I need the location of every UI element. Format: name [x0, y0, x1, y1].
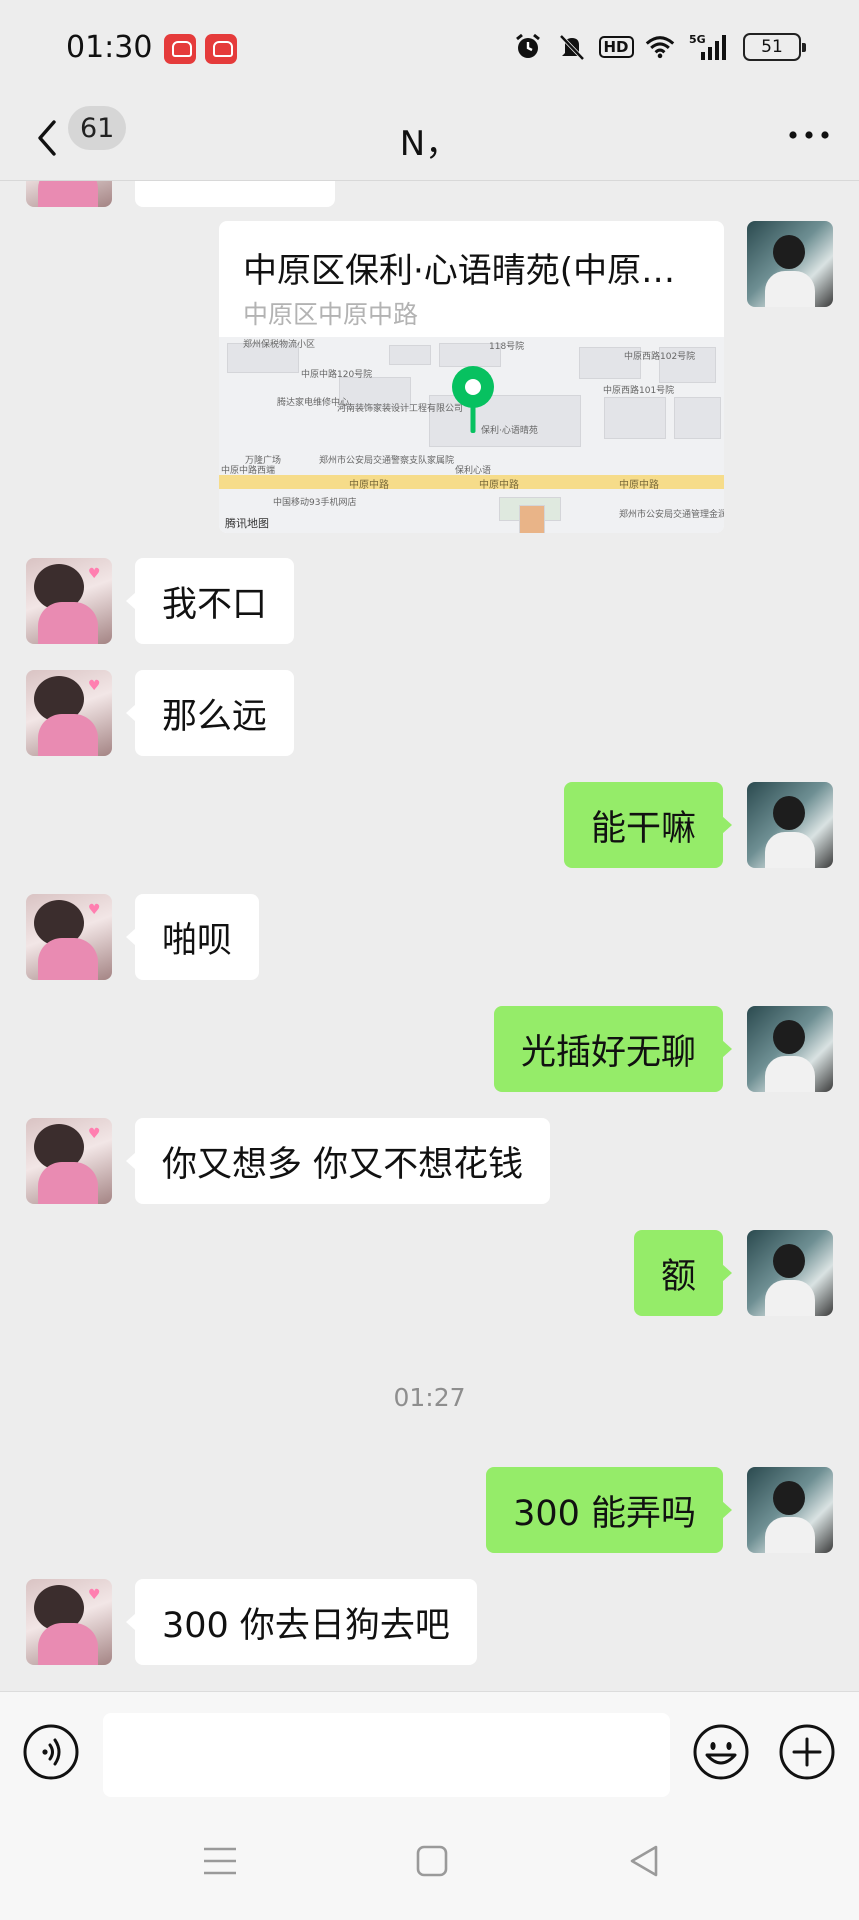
heart-icon: ♥	[88, 902, 101, 918]
wifi-icon	[645, 32, 675, 62]
map-label: 河南装饰家装设计工程有限公司	[337, 404, 464, 414]
chat-header: 61 N，	[0, 100, 859, 181]
message-bubble[interactable]: 我不口	[125, 558, 295, 644]
map-label: 中原西路101号院	[603, 386, 675, 396]
contact-avatar[interactable]	[26, 181, 112, 207]
map-label: 中国移动93手机网店	[273, 498, 357, 508]
map-road-label: 中原中路	[349, 480, 389, 491]
heart-icon: ♥	[88, 566, 101, 582]
message-bubble[interactable]: 那么远	[125, 670, 295, 756]
map-road-label: 中原中路	[619, 480, 659, 491]
chat-title: N，	[399, 124, 460, 164]
location-pin-icon	[449, 365, 497, 435]
message-input[interactable]	[103, 1713, 670, 1797]
emoji-icon[interactable]	[692, 1723, 750, 1781]
status-time: 01:30	[66, 30, 153, 65]
map-block	[389, 345, 431, 365]
map-block	[674, 397, 721, 439]
mute-icon	[557, 32, 587, 62]
svg-text:5G: 5G	[689, 33, 706, 46]
chat-list[interactable]: 中原区保利·心语晴苑(中原中路... 中原区中原中路 郑州保税物流小区 118号…	[0, 181, 859, 1691]
message-bubble[interactable]: 300 能弄吗	[486, 1467, 732, 1553]
message-bubble[interactable]: 能干嘛	[563, 782, 733, 868]
map-block	[604, 397, 666, 439]
menu-icon[interactable]	[200, 1841, 240, 1881]
message-bubble[interactable]: 啪呗	[125, 894, 260, 980]
time-divider: 01:27	[393, 1383, 466, 1412]
contact-avatar[interactable]: ♥	[26, 1118, 112, 1204]
map-label: 中原中路120号院	[301, 370, 373, 380]
app-badge-icon	[164, 34, 196, 64]
system-nav-bar	[0, 1811, 859, 1920]
map-label: 保利心语	[455, 466, 492, 476]
back-triangle-icon[interactable]	[624, 1841, 664, 1881]
message-bubble[interactable]: 300 你去日狗去吧	[126, 1579, 477, 1665]
status-bar: 01:30 HD 5G 51	[0, 0, 859, 100]
contact-avatar[interactable]: ♥	[26, 558, 112, 644]
self-avatar[interactable]	[747, 1467, 833, 1553]
self-avatar[interactable]	[747, 782, 833, 868]
battery-icon: 51	[743, 33, 806, 61]
heart-icon: ♥	[88, 1126, 101, 1142]
more-icon[interactable]	[787, 127, 831, 141]
plus-icon[interactable]	[778, 1723, 836, 1781]
app-badge-icon	[205, 34, 237, 64]
hd-icon: HD	[598, 32, 634, 62]
self-avatar[interactable]	[747, 1006, 833, 1092]
location-map[interactable]: 郑州保税物流小区 118号院 中原西路102号院 中原西路101号院 中原中路1…	[219, 337, 724, 533]
message-bubble[interactable]: 额	[633, 1230, 733, 1316]
status-icons: HD 5G 51	[513, 32, 806, 62]
map-road-label: 中原中路	[479, 480, 519, 491]
home-icon[interactable]	[412, 1841, 452, 1881]
heart-icon: ♥	[88, 1587, 101, 1603]
heart-icon: ♥	[88, 678, 101, 694]
self-avatar[interactable]	[747, 221, 833, 307]
location-card[interactable]: 中原区保利·心语晴苑(中原中路... 中原区中原中路 郑州保税物流小区 118号…	[219, 221, 724, 533]
location-address: 中原区中原中路	[243, 300, 419, 329]
alarm-icon	[513, 32, 543, 62]
map-label: 118号院	[489, 342, 525, 352]
message-bubble[interactable]: 光插好无聊	[493, 1006, 733, 1092]
input-bar	[0, 1691, 859, 1812]
message-bubble-partial[interactable]	[135, 181, 335, 207]
contact-avatar[interactable]: ♥	[26, 670, 112, 756]
map-label: 郑州市公安局交通管理金润网新院	[619, 510, 724, 520]
self-avatar[interactable]	[747, 1230, 833, 1316]
map-label: 郑州保税物流小区	[243, 340, 316, 350]
contact-avatar[interactable]: ♥	[26, 1579, 112, 1665]
contact-avatar[interactable]: ♥	[26, 894, 112, 980]
map-logo: 腾讯地图	[225, 517, 269, 530]
voice-icon[interactable]	[22, 1723, 80, 1781]
map-label: 郑州市公安局交通警察支队家属院	[319, 456, 455, 466]
map-label: 中原中路西端	[221, 466, 276, 476]
map-block	[519, 505, 545, 533]
map-label: 中原西路102号院	[624, 352, 696, 362]
location-title: 中原区保利·心语晴苑(中原中路...	[243, 251, 703, 291]
message-bubble[interactable]: 你又想多 你又不想花钱	[125, 1118, 551, 1204]
signal-5g-icon: 5G	[689, 32, 729, 62]
